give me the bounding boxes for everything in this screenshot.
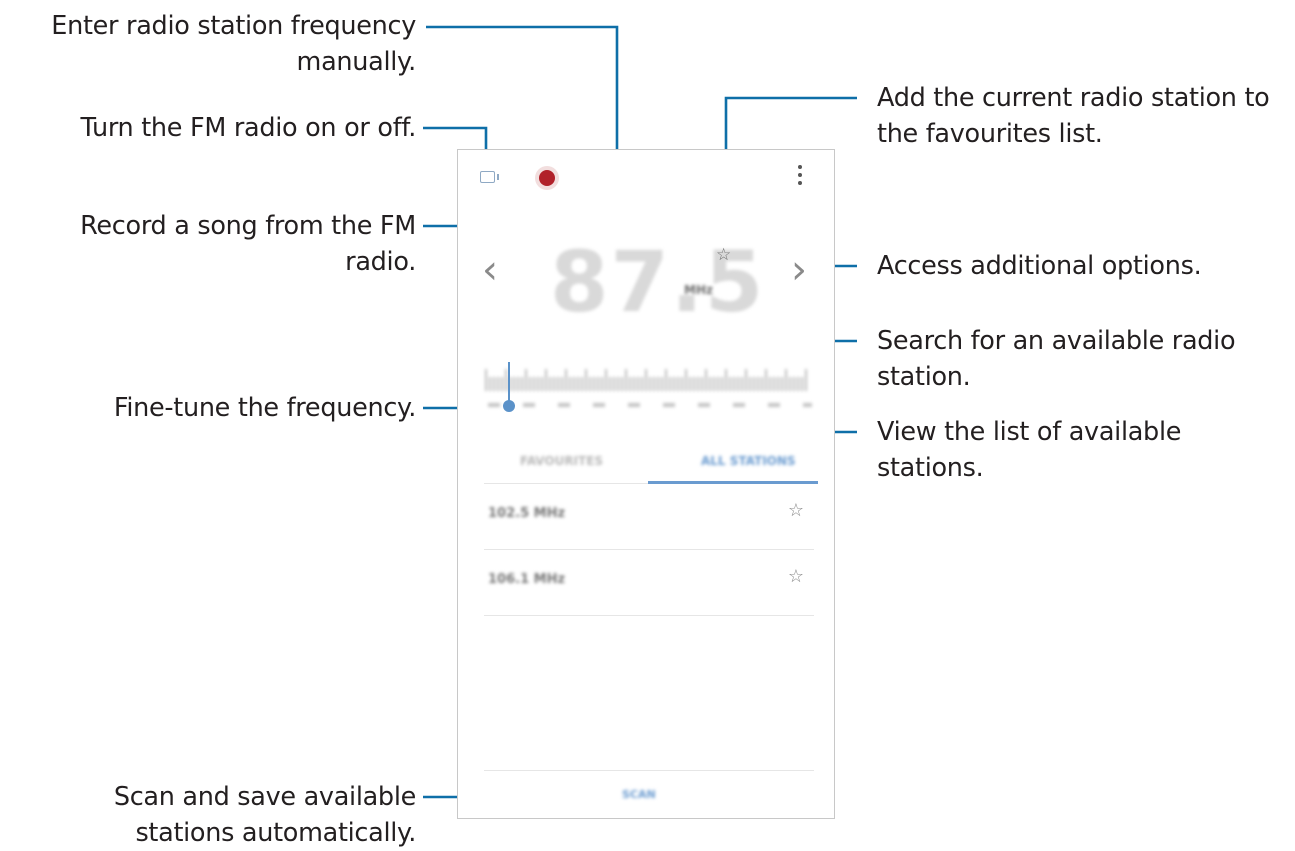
radio-screen: 87.5 MHz ☆ ‹ › FAVOURITES ALL STATIONS 1… xyxy=(457,149,835,819)
station-item[interactable]: 102.5 MHz ☆ xyxy=(484,484,814,550)
more-options-icon[interactable] xyxy=(791,161,809,189)
station-name: 106.1 MHz xyxy=(488,572,566,587)
chevron-left-icon[interactable]: ‹ xyxy=(482,250,498,290)
scale-tick-label xyxy=(768,403,780,407)
station-name: 102.5 MHz xyxy=(488,506,566,521)
tab-favourites[interactable]: FAVOURITES xyxy=(520,454,603,468)
scale-tick-label xyxy=(593,403,605,407)
callout-view-list: View the list of available stations. xyxy=(877,417,1182,483)
callout-search: Search for an available radio station. xyxy=(877,326,1236,392)
star-icon[interactable]: ☆ xyxy=(716,245,731,265)
chevron-right-icon[interactable]: › xyxy=(791,250,807,290)
scale-tick-label xyxy=(558,403,570,407)
scan-button[interactable]: SCAN xyxy=(622,788,656,801)
tab-all-stations[interactable]: ALL STATIONS xyxy=(701,454,796,468)
divider xyxy=(484,615,814,616)
callout-more-options: Access additional options. xyxy=(877,251,1202,281)
star-icon[interactable]: ☆ xyxy=(788,566,804,587)
scale-tick-label xyxy=(698,403,710,407)
frequency-scale[interactable] xyxy=(482,363,812,421)
callout-scan: Scan and save available stations automat… xyxy=(113,782,416,848)
scale-tick-label xyxy=(523,403,535,407)
scale-tick-label xyxy=(803,403,812,407)
scale-tick-label xyxy=(488,403,500,407)
scale-tick-label xyxy=(663,403,675,407)
frequency-display[interactable]: 87.5 xyxy=(550,237,763,327)
callout-power: Turn the FM radio on or off. xyxy=(80,113,417,143)
callout-enter-frequency: Enter radio station frequency manually. xyxy=(51,11,416,77)
record-icon[interactable] xyxy=(534,165,560,191)
callout-record: Record a song from the FM radio. xyxy=(80,211,416,277)
radio-power-icon[interactable] xyxy=(476,166,499,188)
divider xyxy=(484,770,814,771)
station-item[interactable]: 106.1 MHz ☆ xyxy=(484,550,814,616)
tuner-knob[interactable] xyxy=(503,400,515,412)
star-icon[interactable]: ☆ xyxy=(788,500,804,521)
scale-tick-label xyxy=(733,403,745,407)
scale-tick-label xyxy=(628,403,640,407)
callout-fine-tune: Fine-tune the frequency. xyxy=(113,393,416,423)
callout-favourite: Add the current radio station to the fav… xyxy=(877,83,1270,149)
frequency-unit: MHz xyxy=(684,283,713,297)
